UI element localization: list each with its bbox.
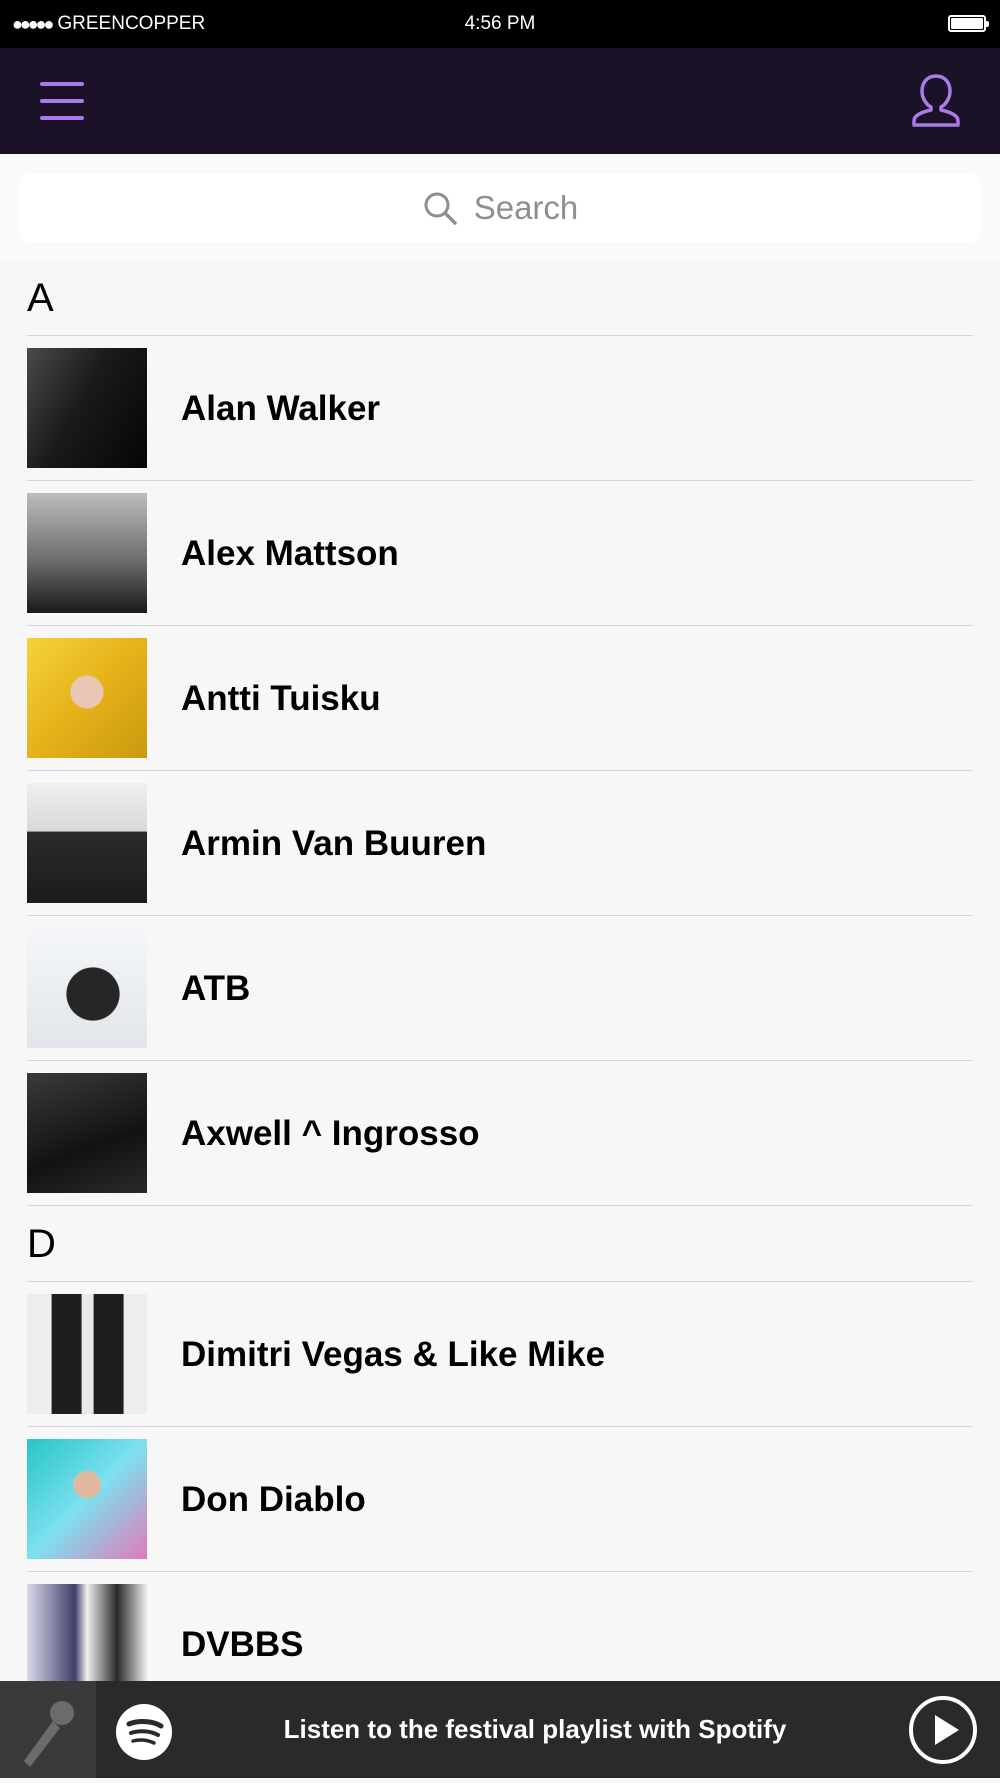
artist-photo — [27, 493, 147, 613]
section-header-d: D — [27, 1206, 973, 1282]
battery-icon — [948, 15, 989, 32]
nav-bar — [0, 48, 1000, 154]
artist-name: ATB — [181, 968, 251, 1008]
search-placeholder: Search — [473, 189, 579, 226]
artist-photo — [27, 783, 147, 903]
artist-name: Don Diablo — [181, 1479, 366, 1519]
search-icon — [424, 192, 457, 225]
artist-photo — [27, 1439, 147, 1559]
artist-row[interactable]: Alan Walker — [27, 336, 973, 481]
section-letter: A — [27, 276, 54, 320]
mic-tab[interactable] — [0, 1681, 96, 1778]
spotify-playlist-link[interactable]: Listen to the festival playlist with Spo… — [200, 1681, 870, 1778]
spotify-player-bar: Listen to the festival playlist with Spo… — [0, 1681, 1000, 1778]
profile-button[interactable] — [910, 72, 962, 128]
play-icon — [909, 1696, 977, 1764]
artist-photo — [27, 348, 147, 468]
artist-name: Alex Mattson — [181, 533, 399, 573]
artist-name: Armin Van Buuren — [181, 823, 487, 863]
artist-photo — [27, 928, 147, 1048]
status-bar: ●●●●● GREENCOPPER 4:56 PM — [0, 0, 1000, 48]
artist-row[interactable]: ATB — [27, 916, 973, 1061]
spotify-icon — [116, 1704, 172, 1760]
microphone-icon — [24, 1701, 74, 1767]
play-button[interactable] — [908, 1695, 978, 1765]
section-header-a: A — [27, 260, 973, 336]
status-time: 4:56 PM — [464, 13, 536, 34]
artist-row[interactable]: Axwell ^ Ingrosso — [27, 1061, 973, 1206]
artist-photo — [27, 1294, 147, 1414]
artist-name: Antti Tuisku — [181, 678, 381, 718]
section-letter: D — [27, 1222, 56, 1266]
hamburger-icon — [40, 82, 84, 86]
search-area: Search — [0, 154, 1000, 260]
artist-row[interactable]: Don Diablo — [27, 1427, 973, 1572]
artist-name: Alan Walker — [181, 388, 381, 428]
artist-photo — [27, 638, 147, 758]
user-icon — [912, 74, 960, 127]
menu-button[interactable] — [40, 80, 86, 122]
artist-name: Dimitri Vegas & Like Mike — [181, 1334, 606, 1374]
artist-name: Axwell ^ Ingrosso — [181, 1113, 480, 1153]
artist-row[interactable]: Armin Van Buuren — [27, 771, 973, 916]
artist-photo — [27, 1073, 147, 1193]
artist-row[interactable]: Antti Tuisku — [27, 626, 973, 771]
artist-row[interactable]: Dimitri Vegas & Like Mike — [27, 1282, 973, 1427]
search-input[interactable]: Search — [18, 174, 982, 242]
artist-list: A Alan Walker Alex Mattson Antti Tuisku … — [0, 260, 1000, 1717]
artist-row[interactable]: Alex Mattson — [27, 481, 973, 626]
